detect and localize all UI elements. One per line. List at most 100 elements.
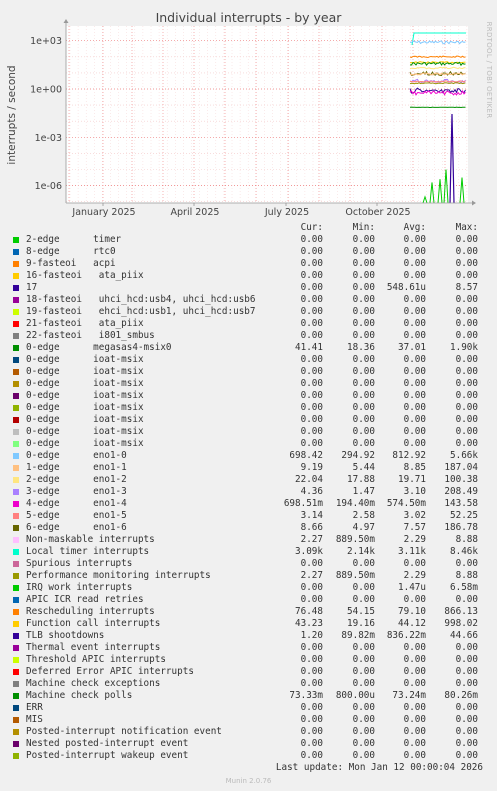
legend-item: 16-fasteoi ata_piix 0.00 0.00 0.00 0.00 <box>0 270 497 282</box>
legend-min-value: 0.00 <box>352 738 375 749</box>
legend-cur-value: 698.42 <box>289 450 323 461</box>
legend-avg-value: 0.00 <box>403 414 426 425</box>
legend-label: 17 <box>26 282 38 293</box>
legend-swatch <box>13 333 19 339</box>
legend-label: 16-fasteoi ata_piix <box>26 270 144 281</box>
legend-cur-value: 0.00 <box>300 354 323 365</box>
legend-max-value: 0.00 <box>455 426 478 437</box>
legend-item: 2-edge timer 0.00 0.00 0.00 0.00 <box>0 234 497 246</box>
legend-item: 18-fasteoi uhci_hcd:usb4, uhci_hcd:usb6 0… <box>0 294 497 306</box>
legend-avg-value: 0.00 <box>403 270 426 281</box>
legend-min-value: 0.00 <box>352 642 375 653</box>
legend-avg-value: 0.00 <box>403 666 426 677</box>
legend-min-value: 294.92 <box>341 450 375 461</box>
legend-avg-value: 8.85 <box>403 462 426 473</box>
legend-swatch <box>13 309 19 315</box>
legend-item: MIS 0.00 0.00 0.00 0.00 <box>0 714 497 726</box>
legend-avg-value: 548.61u <box>386 282 426 293</box>
legend-swatch <box>13 681 19 687</box>
legend-avg-value: 0.00 <box>403 702 426 713</box>
legend-swatch <box>13 357 19 363</box>
header-min: Min: <box>352 222 375 233</box>
legend-item: Posted-interrupt notification event 0.00 0… <box>0 726 497 738</box>
legend-item: APIC ICR read retries 0.00 0.00 0.00 0.00 <box>0 594 497 606</box>
legend-label: Machine check polls <box>26 690 133 701</box>
legend-avg-value: 0.00 <box>403 402 426 413</box>
legend-label: 2-edge timer <box>26 234 122 245</box>
legend-max-value: 0.00 <box>455 354 478 365</box>
legend-avg-value: 0.00 <box>403 366 426 377</box>
legend-swatch <box>13 705 19 711</box>
legend-label: Function call interrupts <box>26 618 161 629</box>
legend-item: 4-edge eno1-4 698.51m 194.40m 574.50m 143.58 <box>0 498 497 510</box>
legend-swatch <box>13 573 19 579</box>
legend-avg-value: 37.01 <box>398 342 426 353</box>
legend-label: 19-fasteoi ehci_hcd:usb1, uhci_hcd:usb7 <box>26 306 256 317</box>
legend-cur-value: 0.00 <box>300 402 323 413</box>
legend-avg-value: 836.22m <box>386 630 426 641</box>
legend-max-value: 0.00 <box>455 750 478 761</box>
legend-swatch <box>13 285 19 291</box>
legend-item: 0-edge megasas4-msix0 41.41 18.36 37.01 1.90… <box>0 342 497 354</box>
legend-label: 0-edge ioat-msix <box>26 402 144 413</box>
legend-item: Threshold APIC interrupts 0.00 0.00 0.00 0.0… <box>0 654 497 666</box>
legend-max-value: 866.13 <box>444 606 478 617</box>
legend-item: 5-edge eno1-5 3.14 2.58 3.02 52.25 <box>0 510 497 522</box>
legend-swatch <box>13 417 19 423</box>
legend-swatch <box>13 237 19 243</box>
legend-item: 0-edge ioat-msix 0.00 0.00 0.00 0.00 <box>0 426 497 438</box>
legend-swatch <box>13 465 19 471</box>
legend-item: 17 0.00 0.00 548.61u 8.57 <box>0 282 497 294</box>
legend-cur-value: 2.27 <box>300 534 323 545</box>
legend-max-value: 44.66 <box>450 630 478 641</box>
legend-cur-value: 0.00 <box>300 258 323 269</box>
legend-swatch <box>13 477 19 483</box>
legend-avg-value: 0.00 <box>403 294 426 305</box>
legend-avg-value: 0.00 <box>403 390 426 401</box>
legend-avg-value: 2.29 <box>403 534 426 545</box>
legend-max-value: 52.25 <box>450 510 478 521</box>
legend-cur-value: 3.14 <box>300 510 323 521</box>
plot-area: 1e+03 1e+00 1e-03 1e-06 January 2025 April 20… <box>30 19 476 218</box>
legend-label: 0-edge ioat-msix <box>26 354 144 365</box>
legend-avg-value: 0.00 <box>403 246 426 257</box>
legend-avg-value: 0.00 <box>403 726 426 737</box>
legend-item: Function call interrupts 43.23 19.16 44.12 9… <box>0 618 497 630</box>
legend-label: 0-edge ioat-msix <box>26 426 144 437</box>
legend-max-value: 0.00 <box>455 378 478 389</box>
legend-max-value: 0.00 <box>455 654 478 665</box>
legend-item: Performance monitoring interrupts 2.27 889… <box>0 570 497 582</box>
legend-item: 3-edge eno1-3 4.36 1.47 3.10 208.49 <box>0 486 497 498</box>
legend-max-value: 0.00 <box>455 270 478 281</box>
legend-avg-value: 0.00 <box>403 642 426 653</box>
legend-min-value: 0.00 <box>352 714 375 725</box>
legend-min-value: 889.50m <box>335 570 375 581</box>
legend-max-value: 80.26m <box>444 690 478 701</box>
legend-avg-value: 0.00 <box>403 594 426 605</box>
legend-swatch <box>13 561 19 567</box>
legend-label: Deferred Error APIC interrupts <box>26 666 194 677</box>
legend-swatch <box>13 693 19 699</box>
legend-avg-value: 73.24m <box>392 690 426 701</box>
legend-label: Threshold APIC interrupts <box>26 654 166 665</box>
legend-item: 0-edge ioat-msix 0.00 0.00 0.00 0.00 <box>0 366 497 378</box>
legend-min-value: 0.00 <box>352 378 375 389</box>
legend-label: Thermal event interrupts <box>26 642 161 653</box>
legend-swatch <box>13 489 19 495</box>
legend-min-value: 1.47 <box>352 486 375 497</box>
legend-label: TLB shootdowns <box>26 630 105 641</box>
legend-cur-value: 0.00 <box>300 306 323 317</box>
header-avg: Avg: <box>403 222 426 233</box>
legend-item: Machine check polls 73.33m 800.00u 73.24m 80… <box>0 690 497 702</box>
legend-cur-value: 9.19 <box>300 462 323 473</box>
legend-max-value: 8.88 <box>455 570 478 581</box>
legend-min-value: 0.00 <box>352 750 375 761</box>
legend-min-value: 0.00 <box>352 306 375 317</box>
legend-swatch <box>13 585 19 591</box>
legend-max-value: 0.00 <box>455 306 478 317</box>
legend-avg-value: 0.00 <box>403 750 426 761</box>
legend-header: Cur: Min: Avg: Max: <box>0 222 497 234</box>
legend-label: 3-edge eno1-3 <box>26 486 127 497</box>
legend-swatch <box>13 501 19 507</box>
legend-max-value: 0.00 <box>455 390 478 401</box>
